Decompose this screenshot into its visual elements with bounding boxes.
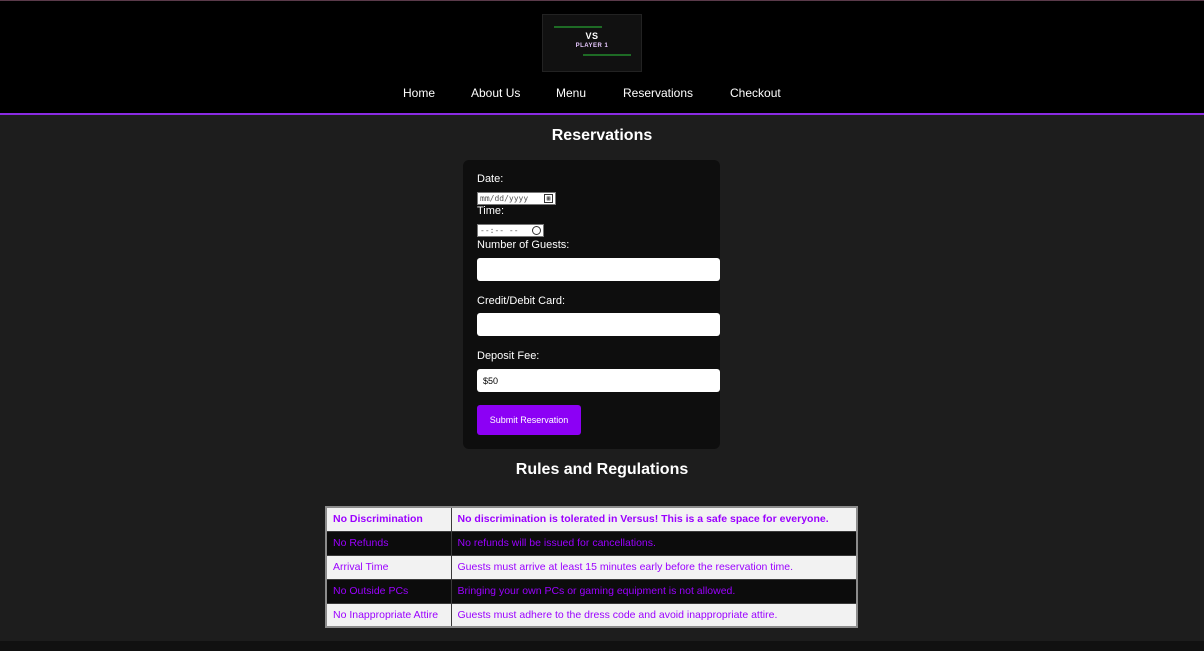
reservations-heading: Reservations — [551, 127, 653, 144]
date-input[interactable]: mm/dd/yyyy ▦ — [477, 192, 556, 205]
reservation-form: Date: mm/dd/yyyy ▦ Time: --:-- -- Number… — [463, 160, 720, 449]
time-placeholder: --:-- -- — [480, 226, 519, 235]
rule-description: No refunds will be issued for cancellati… — [450, 530, 858, 556]
logo-player-text: PLAYER 1 — [575, 43, 609, 49]
logo-stripe-bottom — [583, 54, 631, 56]
rule-name: No Inappropriate Attire — [325, 602, 452, 628]
nav-reservations[interactable]: Reservations — [623, 86, 693, 100]
date-placeholder: mm/dd/yyyy — [480, 194, 529, 203]
rule-description: Guests must arrive at least 15 minutes e… — [450, 554, 858, 580]
card-label: Credit/Debit Card: — [477, 295, 566, 307]
calendar-icon[interactable]: ▦ — [544, 194, 553, 203]
rule-name: No Discrimination — [325, 506, 452, 532]
page-footer — [0, 641, 1204, 651]
rule-description: Guests must adhere to the dress code and… — [450, 602, 858, 628]
guests-input[interactable] — [477, 258, 720, 281]
nav-menu[interactable]: Menu — [556, 86, 586, 100]
nav-about-us[interactable]: About Us — [471, 86, 520, 100]
time-label: Time: — [477, 205, 505, 217]
main-nav: Home About Us Menu Reservations Checkout — [0, 86, 1204, 102]
submit-reservation-button[interactable]: Submit Reservation — [477, 405, 581, 435]
rule-description: Bringing your own PCs or gaming equipmen… — [450, 578, 858, 604]
nav-home[interactable]: Home — [403, 86, 435, 100]
date-label: Date: — [477, 173, 504, 185]
versus-logo[interactable]: VS PLAYER 1 — [542, 14, 642, 72]
deposit-input[interactable] — [477, 369, 720, 392]
rules-table: No Discrimination No discrimination is t… — [325, 506, 858, 628]
rule-name: No Outside PCs — [325, 578, 452, 604]
logo-stripe-top — [554, 26, 602, 28]
site-header: VS PLAYER 1 Home About Us Menu Reservati… — [0, 0, 1204, 115]
table-row: No Refunds No refunds will be issued for… — [325, 530, 858, 556]
rule-name: Arrival Time — [325, 554, 452, 580]
table-row: No Inappropriate Attire Guests must adhe… — [325, 602, 858, 628]
table-row: No Outside PCs Bringing your own PCs or … — [325, 578, 858, 604]
card-input[interactable] — [477, 313, 720, 336]
nav-checkout[interactable]: Checkout — [730, 86, 781, 100]
logo-vs-text: VS — [585, 31, 599, 41]
time-input[interactable]: --:-- -- — [477, 224, 544, 237]
rule-name: No Refunds — [325, 530, 452, 556]
rules-heading: Rules and Regulations — [515, 461, 689, 478]
guests-label: Number of Guests: — [477, 239, 570, 251]
clock-icon[interactable] — [532, 226, 541, 235]
deposit-label: Deposit Fee: — [477, 350, 540, 362]
table-row: Arrival Time Guests must arrive at least… — [325, 554, 858, 580]
rule-description: No discrimination is tolerated in Versus… — [450, 506, 858, 532]
table-row: No Discrimination No discrimination is t… — [325, 506, 858, 532]
